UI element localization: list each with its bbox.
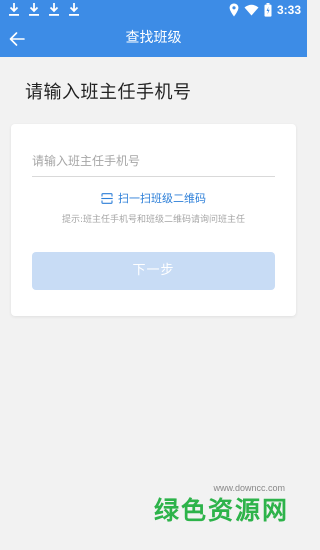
next-button[interactable]: 下一步 (32, 252, 275, 290)
download-icon (69, 3, 79, 16)
status-bar: 3:33 (0, 0, 307, 20)
scan-qr-label: 扫一扫班级二维码 (118, 192, 206, 205)
download-icon (29, 3, 39, 16)
scan-icon (101, 192, 113, 204)
battery-icon (264, 3, 272, 17)
download-icon (49, 3, 59, 16)
page-title-bar: 查找班级 (125, 30, 182, 46)
search-card: 扫一扫班级二维码 提示:班主任手机号和班级二维码请询问班主任 下一步 (11, 124, 296, 316)
scan-qr-link[interactable]: 扫一扫班级二维码 (11, 190, 296, 206)
status-time: 3:33 (276, 3, 301, 17)
app-bar: 查找班级 (0, 20, 307, 57)
wifi-icon (244, 4, 259, 16)
status-icons: 3:33 (229, 2, 301, 18)
hint-text: 提示:班主任手机号和班级二维码请询问班主任 (61, 215, 246, 225)
download-icon (9, 3, 19, 16)
location-icon (229, 3, 239, 17)
watermark: www.downcc.com 绿色资源网 (0, 483, 307, 525)
watermark-url: www.downcc.com (213, 483, 285, 493)
page-heading: 请输入班主任手机号 (25, 82, 192, 103)
phone-input[interactable] (32, 146, 275, 177)
watermark-logo: 绿色资源网 (153, 496, 289, 525)
